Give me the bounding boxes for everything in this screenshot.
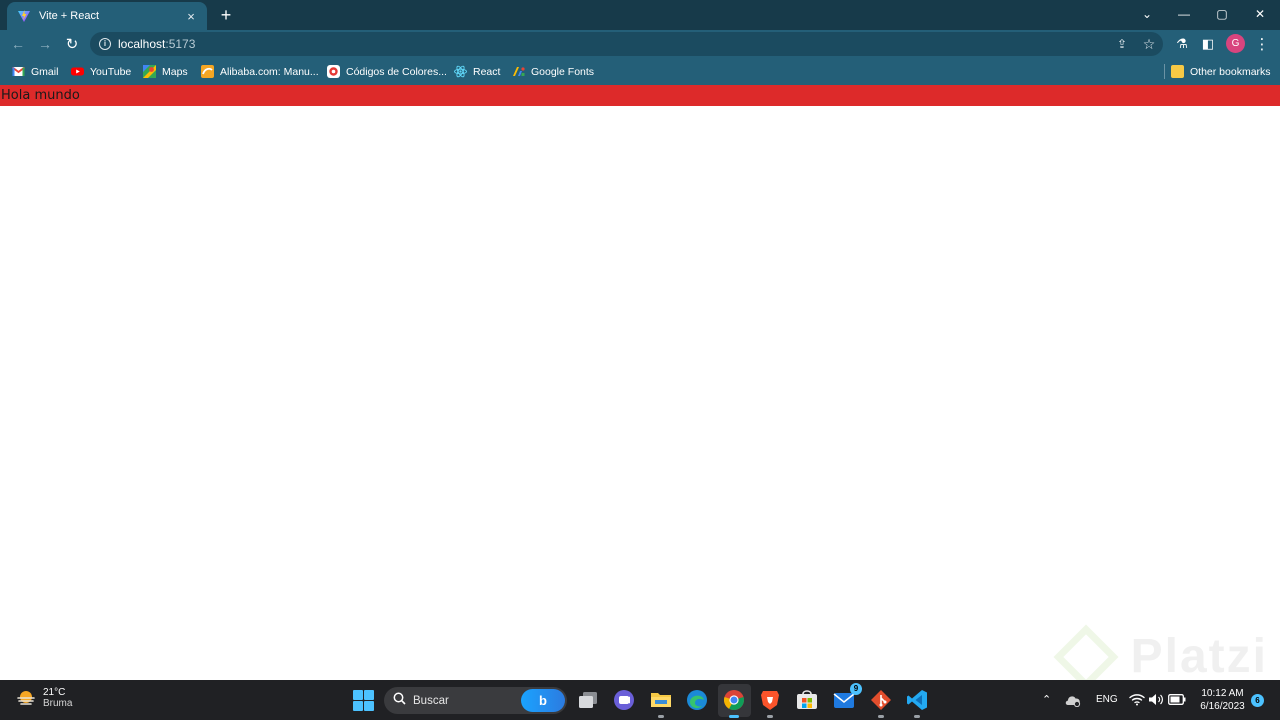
- mail-icon[interactable]: 9: [832, 683, 862, 712]
- taskbar: 21°C Bruma Buscar b 9 ⌃ ENG 10:12 AM 6/1…: [0, 680, 1280, 720]
- weather-widget[interactable]: 21°C Bruma: [16, 687, 72, 709]
- bookmark-star-icon[interactable]: ☆: [1141, 36, 1157, 52]
- url-port: :5173: [165, 37, 196, 51]
- tab-close-icon[interactable]: ×: [183, 9, 199, 24]
- git-icon[interactable]: [869, 688, 893, 718]
- side-panel-icon[interactable]: ◧: [1198, 34, 1218, 54]
- address-bar[interactable]: i localhost:5173 ⇪ ☆: [90, 32, 1163, 56]
- haze-weather-icon: [16, 689, 36, 707]
- site-info-icon[interactable]: i: [99, 38, 111, 50]
- chrome-icon[interactable]: [722, 688, 746, 718]
- brave-icon[interactable]: [758, 688, 782, 718]
- bookmark-alibaba[interactable]: Alibaba.com: Manu...: [201, 63, 319, 80]
- running-indicator: [914, 715, 920, 718]
- tab-search-icon[interactable]: ⌄: [1132, 4, 1162, 24]
- bookmark-codigos-colores[interactable]: Códigos de Colores...: [327, 63, 447, 80]
- back-button[interactable]: ←: [8, 34, 28, 54]
- labs-icon[interactable]: ⚗: [1172, 34, 1192, 54]
- bookmark-label: Google Fonts: [531, 65, 595, 78]
- mail-badge: 9: [850, 683, 862, 695]
- forward-button[interactable]: →: [35, 34, 55, 54]
- bookmark-youtube[interactable]: YouTube: [71, 63, 131, 80]
- menu-icon[interactable]: ⋮: [1252, 34, 1272, 54]
- new-tab-button[interactable]: +: [216, 5, 236, 25]
- system-clock[interactable]: 10:12 AM 6/16/2023: [1195, 687, 1250, 713]
- close-window-button[interactable]: ✕: [1245, 4, 1275, 24]
- hola-mundo-heading: Hola mundo: [0, 85, 1280, 106]
- reload-button[interactable]: ↻: [62, 34, 82, 54]
- folder-icon: [1171, 65, 1184, 78]
- teams-chat-icon[interactable]: [612, 688, 636, 712]
- running-indicator: [767, 715, 773, 718]
- wifi-icon[interactable]: [1128, 690, 1146, 708]
- volume-icon[interactable]: [1147, 690, 1165, 708]
- language-indicator[interactable]: ENG: [1096, 694, 1118, 705]
- share-icon[interactable]: ⇪: [1114, 36, 1130, 52]
- bookmark-google-fonts[interactable]: Google Fonts: [512, 63, 594, 80]
- react-icon: [454, 65, 467, 78]
- watermark-text: Platzi: [1130, 630, 1268, 683]
- clock-time: 10:12 AM: [1201, 688, 1244, 699]
- search-placeholder: Buscar: [413, 694, 449, 707]
- bookmark-label: React: [473, 65, 501, 78]
- bookmark-label: Maps: [162, 65, 188, 78]
- bookmarks-bar: Gmail YouTube Maps Alibaba.com: Manu... …: [0, 58, 1280, 85]
- clock-date: 6/16/2023: [1200, 701, 1245, 712]
- taskbar-search[interactable]: Buscar b: [384, 687, 567, 714]
- minimize-button[interactable]: —: [1169, 4, 1199, 24]
- page-viewport: Hola mundo Platzi: [0, 85, 1280, 690]
- vscode-icon[interactable]: [905, 688, 929, 718]
- other-bookmarks-label: Other bookmarks: [1190, 65, 1271, 78]
- bookmark-label: YouTube: [90, 65, 132, 78]
- youtube-icon: [71, 65, 84, 78]
- bookmark-label: Códigos de Colores...: [346, 65, 447, 78]
- bookmark-label: Alibaba.com: Manu...: [220, 65, 319, 78]
- task-view-icon[interactable]: [576, 688, 600, 712]
- colors-icon: [327, 65, 340, 78]
- bookmark-label: Gmail: [31, 65, 59, 78]
- running-indicator: [878, 715, 884, 718]
- alibaba-icon: [201, 65, 214, 78]
- browser-toolbar: ← → ↻ i localhost:5173 ⇪ ☆ ⚗ ◧ G ⋮: [0, 30, 1280, 58]
- weather-condition: Bruma: [43, 698, 73, 709]
- file-explorer-icon[interactable]: [649, 688, 673, 718]
- other-bookmarks[interactable]: Other bookmarks: [1171, 63, 1271, 80]
- bookmark-maps[interactable]: Maps: [143, 63, 188, 80]
- bing-chat-icon[interactable]: b: [521, 689, 565, 712]
- microsoft-store-icon[interactable]: [795, 688, 819, 712]
- vite-icon: [17, 9, 31, 23]
- maps-icon: [143, 65, 156, 78]
- start-button[interactable]: [351, 688, 375, 712]
- show-hidden-icons-icon[interactable]: ⌃: [1042, 693, 1051, 706]
- running-indicator: [658, 715, 664, 718]
- edge-icon[interactable]: [685, 688, 709, 712]
- running-indicator: [729, 715, 739, 718]
- gmail-icon: [11, 65, 26, 78]
- battery-icon[interactable]: [1167, 690, 1187, 708]
- restore-button[interactable]: ▢: [1207, 4, 1237, 24]
- bookmark-gmail[interactable]: Gmail: [11, 63, 59, 80]
- onedrive-icon[interactable]: [1063, 690, 1083, 710]
- google-fonts-icon: [512, 65, 525, 78]
- weather-temperature: 21°C: [43, 687, 66, 698]
- search-icon: [393, 692, 406, 710]
- platzi-watermark: Platzi: [1053, 623, 1268, 690]
- tab-vite-react[interactable]: Vite + React ×: [7, 2, 207, 30]
- profile-avatar[interactable]: G: [1226, 34, 1245, 53]
- bookmarks-separator: [1164, 64, 1165, 79]
- url-host: localhost: [118, 37, 166, 51]
- tab-title: Vite + React: [39, 10, 100, 22]
- bookmark-react[interactable]: React: [454, 63, 500, 80]
- notification-center-badge[interactable]: 6: [1251, 694, 1264, 707]
- tab-strip: Vite + React × + ⌄ — ▢ ✕: [0, 0, 1280, 30]
